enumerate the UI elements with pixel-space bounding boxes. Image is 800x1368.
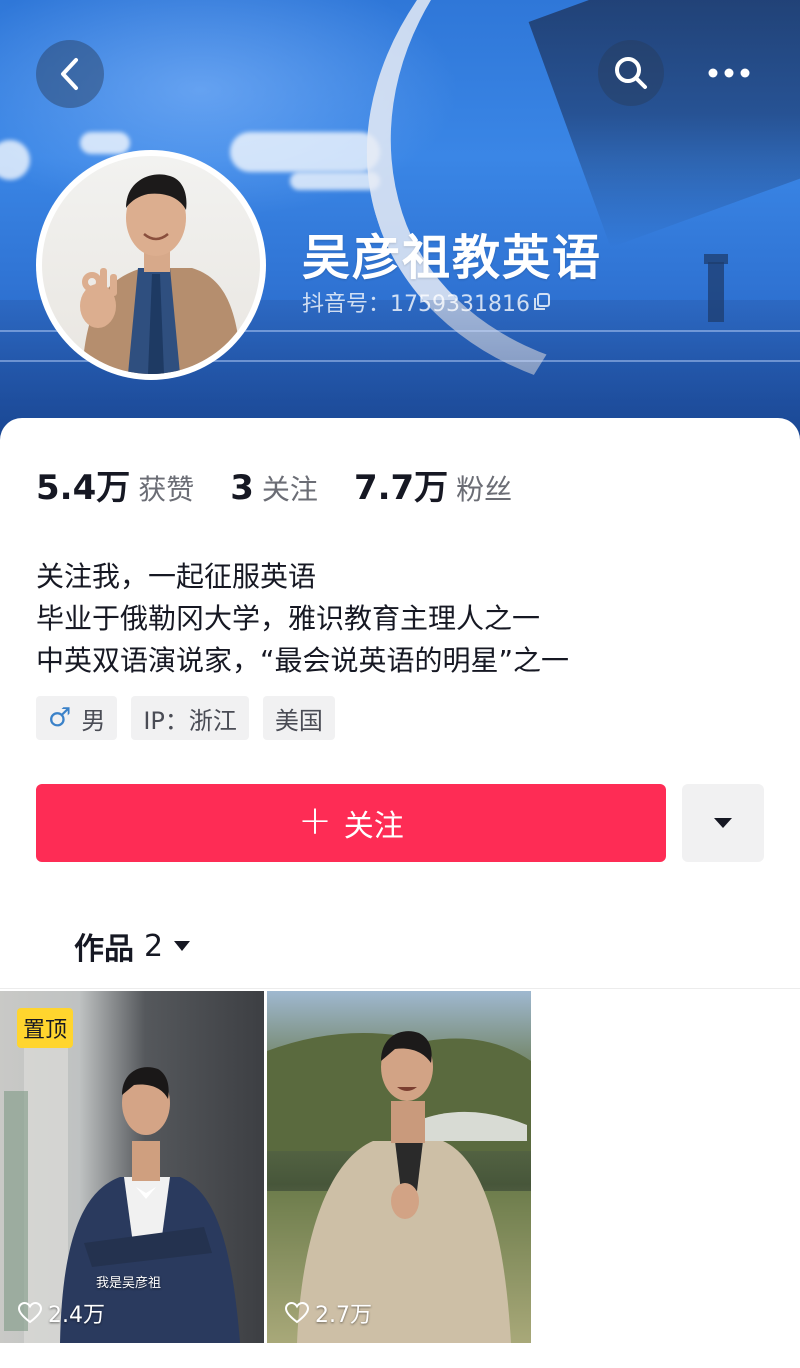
chevron-left-icon [61,58,78,90]
like-count-value: 2.7万 [315,1303,372,1328]
bio-line: 毕业于俄勒冈大学，雅识教育主理人之一 [36,602,541,635]
video-like-count: 2.7万 [285,1297,372,1329]
video-thumbnail[interactable]: 置顶 我是吴彦祖 2.4万 [0,991,264,1343]
more-dots-icon [708,68,750,78]
video-caption: 我是吴彦祖 [96,1276,162,1291]
account-id-row[interactable]: 抖音号：1759331816 [302,286,552,318]
stat-likes[interactable]: 5.4万 获赞 [36,460,194,509]
video-like-count: 2.4万 [18,1297,105,1329]
copy-icon[interactable] [532,292,552,312]
caret-down-icon [174,941,191,951]
video-person [267,1031,531,1343]
tag-gender: ♂ 男 [36,696,118,740]
bio-line: 关注我，一起征服英语 [36,560,317,593]
plus-icon: + [298,798,332,844]
tab-works[interactable]: 作品 2 [74,924,191,968]
heart-icon [18,1302,42,1324]
stat-value: 3 [230,468,254,508]
search-button[interactable] [598,40,664,106]
stats-row: 5.4万 获赞 3 关注 7.7万 粉丝 [36,460,548,509]
stat-value: 5.4万 [36,468,131,508]
profile-tags: ♂ 男 IP：浙江 美国 [36,696,335,740]
avatar[interactable] [36,150,266,380]
tag-country: 美国 [262,696,335,740]
tag-ip: IP：浙江 [131,696,249,740]
more-button[interactable] [696,40,762,106]
stat-label: 获赞 [138,473,195,506]
search-icon [615,57,647,89]
tag-ip-label: IP：浙江 [143,706,237,735]
follow-button[interactable]: + 关注 [36,784,666,862]
banner-cloud [290,172,380,190]
video-grid: 置顶 我是吴彦祖 2.4万 2.7万 [0,991,531,1343]
stat-label: 粉丝 [456,473,513,506]
pinned-badge: 置顶 [17,1008,74,1048]
divider [0,988,800,989]
banner-cloud [80,132,130,154]
profile-bio: 关注我，一起征服英语 毕业于俄勒冈大学，雅识教育主理人之一 中英双语演说家，“最… [36,556,569,682]
stat-label: 关注 [261,473,318,506]
tag-gender-label: 男 [81,706,106,735]
male-icon: ♂ [48,703,72,733]
heart-icon [285,1302,309,1324]
like-count-value: 2.4万 [48,1303,105,1328]
person-illustration [80,174,242,374]
stat-value: 7.7万 [353,468,449,508]
banner-tower [704,254,728,322]
account-id: 抖音号：1759331816 [302,292,530,317]
works-count: 2 [144,928,164,964]
bio-line: 中英双语演说家，“最会说英语的明星”之一 [36,644,570,677]
stat-followers[interactable]: 7.7万 粉丝 [354,460,512,509]
works-tab-label: 作品 [74,932,134,967]
banner-cloud [230,132,380,172]
caret-down-icon [714,818,732,828]
recommend-dropdown-button[interactable] [682,784,764,862]
avatar-photo [42,156,260,374]
follow-label: 关注 [343,809,404,844]
video-thumbnail[interactable]: 2.7万 [267,991,531,1343]
back-button[interactable] [36,40,104,108]
tag-country-label: 美国 [274,706,323,735]
profile-name: 吴彦祖教英语 [302,230,603,286]
stat-following[interactable]: 3 关注 [230,468,318,508]
